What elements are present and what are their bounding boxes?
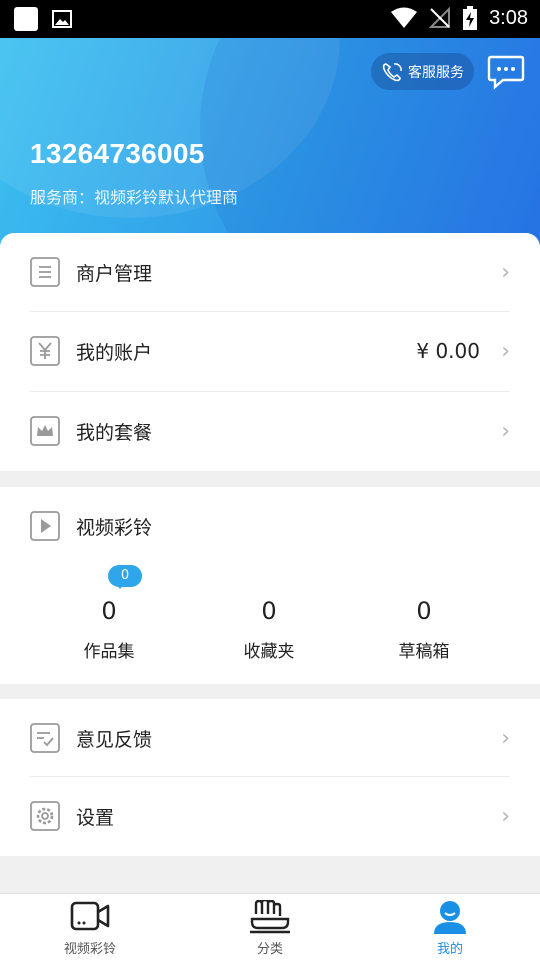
menu-feedback[interactable]: 意见反馈 › — [0, 699, 540, 777]
status-bar: 3:08 — [0, 0, 540, 38]
tab-label: 分类 — [256, 942, 283, 957]
customer-service-button[interactable]: 客服服务 — [371, 53, 474, 90]
stat-value: 0 — [261, 597, 277, 625]
crown-icon — [30, 416, 60, 446]
menu-merchant-management[interactable]: 商户管理 › — [0, 233, 540, 311]
hand-category-icon — [250, 900, 290, 934]
no-signal-icon — [429, 7, 451, 28]
settings-menu-card: 意见反馈 › 设置 › — [0, 699, 540, 856]
customer-service-label: 客服服务 — [408, 64, 464, 81]
chevron-right-icon: › — [501, 259, 510, 285]
service-provider: 服务商：视频彩铃默认代理商 — [30, 188, 239, 207]
feedback-icon — [30, 723, 60, 753]
works-count-badge: 0 — [108, 565, 142, 587]
yuan-icon — [30, 336, 60, 366]
menu-label: 商户管理 — [76, 262, 153, 285]
notification-square-icon — [14, 7, 38, 31]
tab-label: 视频彩铃 — [63, 942, 116, 957]
image-notification-icon — [52, 10, 72, 28]
video-ringtone-header[interactable]: 视频彩铃 — [0, 487, 540, 565]
bottom-tab-bar: 视频彩铃 分类 我的 — [0, 893, 540, 960]
badge-tail — [115, 583, 125, 589]
stat-label: 草稿箱 — [398, 642, 450, 662]
stat-label: 作品集 — [83, 642, 135, 662]
battery-charging-icon — [463, 6, 478, 30]
play-icon — [30, 511, 60, 541]
tab-video-ringtone[interactable]: 视频彩铃 — [0, 894, 180, 960]
menu-label: 意见反馈 — [76, 728, 153, 751]
account-menu-card: 商户管理 › 我的账户 ¥ 0.00 › 我的套餐 › — [0, 233, 540, 471]
stat-value: 0 — [101, 597, 117, 625]
wifi-icon — [391, 7, 418, 28]
chevron-right-icon: › — [501, 418, 510, 444]
tab-category[interactable]: 分类 — [180, 894, 360, 960]
menu-my-account[interactable]: 我的账户 ¥ 0.00 › — [0, 312, 540, 390]
gear-icon — [30, 801, 60, 831]
person-icon — [434, 901, 466, 934]
stat-value: 0 — [416, 597, 432, 625]
chevron-right-icon: › — [501, 725, 510, 751]
menu-label: 我的账户 — [76, 341, 153, 364]
menu-label: 设置 — [76, 806, 115, 829]
phone-number: 13264736005 — [30, 138, 205, 169]
tab-mine[interactable]: 我的 — [360, 894, 540, 960]
message-icon[interactable] — [487, 54, 525, 94]
menu-settings[interactable]: 设置 › — [0, 777, 540, 855]
chevron-right-icon: › — [501, 803, 510, 829]
phone-service-icon — [382, 62, 402, 81]
account-balance: ¥ 0.00 — [416, 339, 480, 363]
tab-label: 我的 — [436, 942, 463, 957]
status-time: 3:08 — [489, 6, 528, 29]
stat-label: 收藏夹 — [243, 642, 295, 662]
chevron-right-icon: › — [501, 338, 510, 364]
menu-label: 我的套餐 — [76, 421, 153, 444]
video-camera-icon — [70, 901, 110, 931]
section-title: 视频彩铃 — [76, 516, 153, 539]
list-icon — [30, 257, 60, 287]
video-ringtone-card: 视频彩铃 0 0 作品集 0 收藏夹 0 草稿箱 — [0, 487, 540, 684]
menu-my-package[interactable]: 我的套餐 › — [0, 392, 540, 470]
